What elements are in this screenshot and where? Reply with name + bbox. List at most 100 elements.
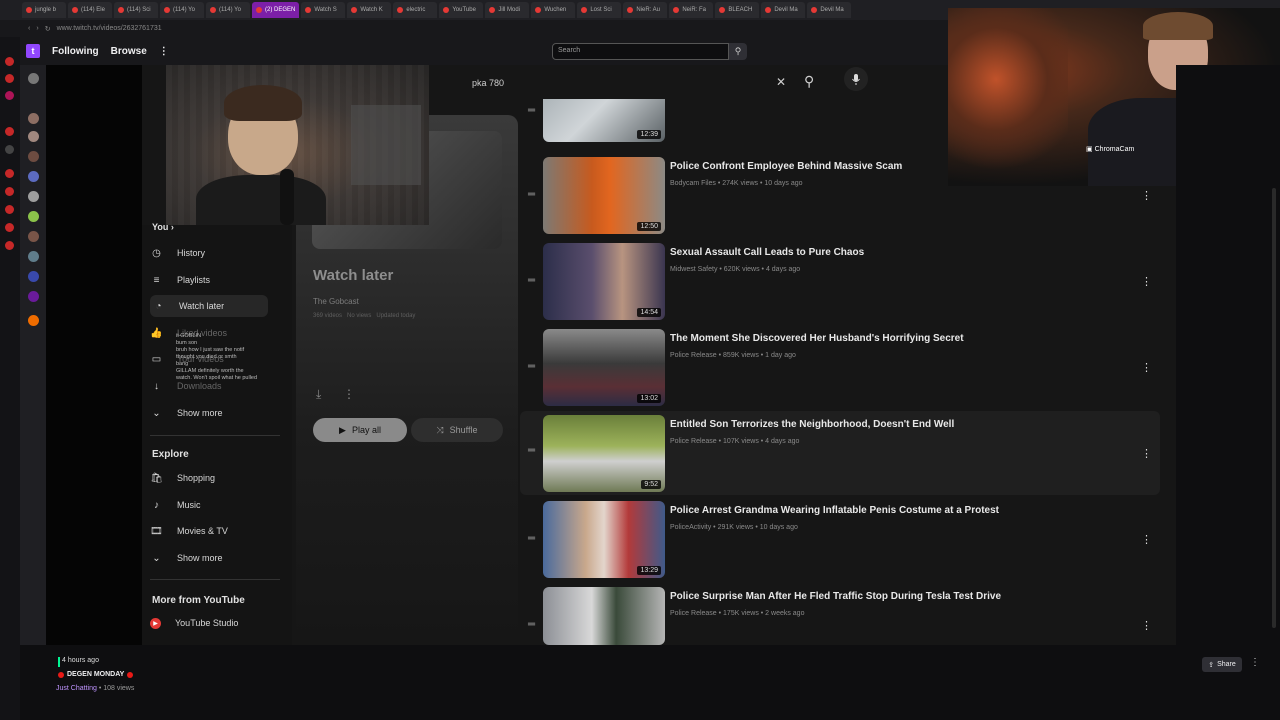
- browser-tab[interactable]: Lost Sci: [577, 2, 622, 18]
- browse-link[interactable]: Browse: [111, 46, 147, 57]
- sidebar-app-icon[interactable]: [5, 187, 14, 196]
- sidebar-item-watch-later[interactable]: ◔ Watch later: [150, 295, 268, 317]
- video-title[interactable]: Sexual Assault Call Leads to Pure Chaos: [670, 247, 864, 258]
- sidebar-item-playlists[interactable]: ≡ Playlists: [150, 269, 210, 291]
- video-more-icon[interactable]: ⋮: [1141, 361, 1152, 374]
- browser-tab[interactable]: BLEACH: [715, 2, 760, 18]
- video-thumbnail[interactable]: 12:39: [543, 99, 665, 142]
- playlist-video-row[interactable]: ═ Police Surprise Man After He Fled Traf…: [520, 585, 1160, 645]
- browser-tab[interactable]: NeiR: Fa: [669, 2, 714, 18]
- browser-tab[interactable]: Watch K: [347, 2, 392, 18]
- video-thumbnail[interactable]: [543, 587, 665, 645]
- video-more-icon[interactable]: ⋮: [1141, 447, 1152, 460]
- play-all-button[interactable]: ▶ Play all: [313, 418, 407, 442]
- sidebar-item-music[interactable]: ♪ Music: [150, 494, 201, 516]
- drag-handle-icon[interactable]: ═: [528, 533, 538, 544]
- sidebar-item-movies-tv[interactable]: 🎞 Movies & TV: [150, 520, 228, 542]
- browser-tab[interactable]: jungle b: [22, 2, 66, 18]
- more-options-icon[interactable]: ⋮: [343, 387, 355, 401]
- channel-avatar[interactable]: [28, 171, 39, 182]
- channel-avatar[interactable]: [28, 131, 39, 142]
- browser-tab[interactable]: Devil Ma: [807, 2, 852, 18]
- sidebar-item-history[interactable]: ◷ History: [150, 242, 205, 264]
- reload-icon[interactable]: ↻: [45, 25, 51, 33]
- video-title[interactable]: Police Arrest Grandma Wearing Inflatable…: [670, 505, 999, 516]
- share-button[interactable]: ⇪ Share: [1202, 657, 1242, 672]
- browser-tab[interactable]: (114) Sci: [114, 2, 158, 18]
- playlist-video-row[interactable]: ═ 14:54 Sexual Assault Call Leads to Pur…: [520, 241, 1160, 325]
- stream-category[interactable]: Just Chatting • 108 views: [56, 685, 134, 692]
- channel-avatar[interactable]: [28, 113, 39, 124]
- search-icon[interactable]: ⚲: [804, 73, 814, 90]
- browser-tab[interactable]: (2) DEGEN: [252, 2, 300, 18]
- sidebar-item-shopping[interactable]: 🛍 Shopping: [150, 467, 215, 489]
- browser-tab[interactable]: electric: [393, 2, 438, 18]
- channel-avatar[interactable]: [28, 231, 39, 242]
- browser-tab[interactable]: (114) Yo: [160, 2, 204, 18]
- browser-tab[interactable]: (114) Ele: [68, 2, 112, 18]
- more-options-icon[interactable]: ⋮: [1250, 657, 1260, 668]
- video-more-icon[interactable]: ⋮: [1141, 619, 1152, 632]
- back-icon[interactable]: ‹: [28, 25, 30, 32]
- sidebar-app-icon[interactable]: [5, 91, 14, 100]
- video-more-icon[interactable]: ⋮: [1141, 533, 1152, 546]
- drag-handle-icon[interactable]: ═: [528, 619, 538, 630]
- browser-tab[interactable]: Watch S: [301, 2, 346, 18]
- youtube-search-query[interactable]: pka 780: [472, 78, 504, 88]
- channel-avatar[interactable]: [28, 315, 39, 326]
- channel-avatar[interactable]: [28, 291, 39, 302]
- shuffle-button[interactable]: ⤨ Shuffle: [411, 418, 503, 442]
- playlist-video-row[interactable]: ═ 13:02 The Moment She Discovered Her Hu…: [520, 327, 1160, 411]
- twitch-logo-icon[interactable]: t: [26, 44, 40, 58]
- clear-search-icon[interactable]: ✕: [776, 75, 786, 89]
- sidebar-app-icon[interactable]: [5, 145, 14, 154]
- drag-handle-icon[interactable]: ═: [528, 361, 538, 372]
- sidebar-item-youtube-studio[interactable]: ▶ YouTube Studio: [150, 612, 238, 634]
- video-title[interactable]: The Moment She Discovered Her Husband's …: [670, 333, 964, 344]
- video-more-icon[interactable]: ⋮: [1141, 275, 1152, 288]
- collapse-icon[interactable]: [28, 73, 39, 84]
- drag-handle-icon[interactable]: ═: [528, 189, 538, 200]
- sidebar-app-icon[interactable]: [5, 74, 14, 83]
- forward-icon[interactable]: ›: [36, 25, 38, 32]
- sidebar-explore-show-more[interactable]: ⌄ Show more: [150, 547, 222, 569]
- video-thumbnail[interactable]: 14:54: [543, 243, 665, 320]
- video-thumbnail[interactable]: 13:02: [543, 329, 665, 406]
- browser-tab[interactable]: YouTube: [439, 2, 484, 18]
- twitch-search-button[interactable]: ⚲: [729, 43, 747, 60]
- drag-handle-icon[interactable]: ═: [528, 105, 538, 116]
- video-title[interactable]: Entitled Son Terrorizes the Neighborhood…: [670, 419, 954, 430]
- browser-tab[interactable]: Devil Ma: [761, 2, 806, 18]
- channel-avatar[interactable]: [28, 251, 39, 262]
- browser-tab[interactable]: NieR: Au: [623, 2, 668, 18]
- video-thumbnail[interactable]: 9:52: [543, 415, 665, 492]
- channel-avatar[interactable]: [28, 211, 39, 222]
- video-more-icon[interactable]: ⋮: [1141, 189, 1152, 202]
- channel-avatar[interactable]: [28, 191, 39, 202]
- video-thumbnail[interactable]: 13:29: [543, 501, 665, 578]
- drag-handle-icon[interactable]: ═: [528, 275, 538, 286]
- youtube-search-bar[interactable]: pka 780 ✕ ⚲: [414, 67, 868, 96]
- download-icon[interactable]: ⤓: [316, 387, 321, 402]
- playlist-owner[interactable]: The Gobcast: [313, 297, 359, 306]
- sidebar-app-icon[interactable]: [5, 205, 14, 214]
- browser-tab[interactable]: Wuchen: [531, 2, 576, 18]
- sidebar-app-icon[interactable]: [5, 223, 14, 232]
- microphone-icon[interactable]: [844, 67, 868, 91]
- more-menu-icon[interactable]: ⋮: [159, 46, 169, 57]
- sidebar-app-icon[interactable]: [5, 241, 14, 250]
- sidebar-app-icon[interactable]: [5, 57, 14, 66]
- twitch-search-input[interactable]: Search: [552, 43, 729, 60]
- url-text[interactable]: www.twitch.tv/videos/2632761731: [57, 25, 162, 32]
- sidebar-show-more[interactable]: ⌄ Show more: [150, 402, 222, 424]
- browser-tab[interactable]: (114) Yo: [206, 2, 250, 18]
- video-title[interactable]: Police Surprise Man After He Fled Traffi…: [670, 591, 1001, 602]
- sidebar-app-icon[interactable]: [5, 127, 14, 136]
- channel-avatar[interactable]: [28, 151, 39, 162]
- playlist-video-row[interactable]: ═ 9:52 Entitled Son Terrorizes the Neigh…: [520, 411, 1160, 495]
- following-link[interactable]: Following: [52, 46, 99, 57]
- channel-avatar[interactable]: [28, 271, 39, 282]
- browser-tab[interactable]: Jill Modi: [485, 2, 530, 18]
- drag-handle-icon[interactable]: ═: [528, 445, 538, 456]
- sidebar-app-icon[interactable]: [5, 169, 14, 178]
